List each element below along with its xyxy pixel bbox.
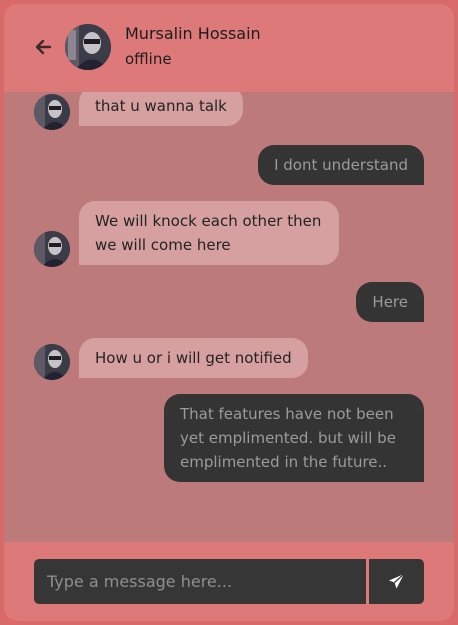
message-list[interactable]: that u wanna talk I dont understand We w…: [4, 92, 454, 542]
contact-status: offline: [125, 50, 172, 68]
chat-header: Mursalin Hossain offline: [4, 4, 454, 92]
outgoing-message: I dont understand: [258, 145, 424, 185]
sender-avatar: [34, 231, 70, 267]
incoming-message: How u or i will get notified: [79, 338, 308, 378]
message-composer: [4, 542, 454, 621]
chat-window: Mursalin Hossain offline that u wanna ta…: [4, 4, 454, 621]
paper-plane-icon: [389, 573, 405, 589]
arrow-left-icon: [35, 39, 52, 55]
contact-avatar[interactable]: [65, 24, 111, 70]
outgoing-message: Here: [356, 282, 424, 322]
back-button[interactable]: [32, 36, 54, 58]
incoming-message: We will knock each other then we will co…: [79, 201, 339, 265]
sender-avatar: [34, 344, 70, 380]
outgoing-message: That features have not been yet emplimen…: [164, 394, 424, 482]
sender-avatar: [34, 94, 70, 130]
contact-name: Mursalin Hossain: [125, 24, 261, 43]
message-input[interactable]: [34, 559, 366, 604]
send-button[interactable]: [369, 559, 424, 604]
incoming-message: that u wanna talk: [79, 92, 243, 126]
